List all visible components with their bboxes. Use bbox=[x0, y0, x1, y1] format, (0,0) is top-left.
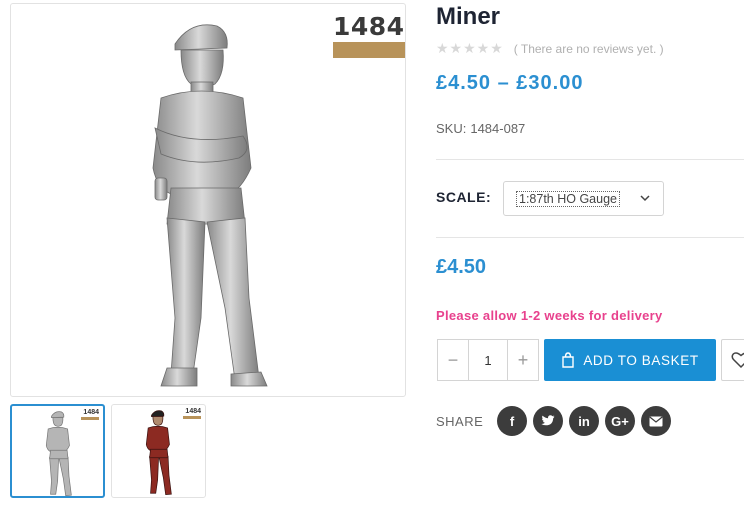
scale-selected-value: 1:87th HO Gauge bbox=[516, 191, 620, 207]
thumbnail-grey[interactable]: 1484 bbox=[10, 404, 105, 498]
thumb-figure-red bbox=[145, 410, 172, 496]
product-title: Miner bbox=[436, 3, 501, 30]
twitter-bird-icon bbox=[541, 415, 555, 426]
facebook-icon[interactable]: f bbox=[497, 406, 527, 436]
envelope-icon bbox=[649, 416, 663, 426]
quantity-increase-button[interactable]: + bbox=[508, 340, 538, 380]
scale-select[interactable]: 1:87th HO Gauge bbox=[503, 181, 664, 216]
add-to-basket-button[interactable]: ADD TO BASKET bbox=[544, 339, 716, 381]
chevron-down-icon bbox=[640, 195, 650, 202]
heart-icon bbox=[731, 352, 744, 369]
twitter-icon[interactable] bbox=[533, 406, 563, 436]
sku: SKU: 1484-087 bbox=[436, 121, 525, 136]
linkedin-icon[interactable]: in bbox=[569, 406, 599, 436]
scale-label: SCALE: bbox=[436, 189, 492, 205]
quantity-input[interactable]: 1 bbox=[468, 340, 508, 380]
shopping-bag-icon bbox=[562, 352, 575, 368]
brand-badge: 1484 bbox=[333, 14, 405, 58]
thumbnail-red[interactable]: 1484 bbox=[111, 404, 206, 498]
divider bbox=[436, 159, 744, 160]
social-share-list: f in G+ bbox=[497, 406, 677, 436]
add-to-basket-label: ADD TO BASKET bbox=[583, 352, 699, 368]
main-product-image[interactable]: 1484 bbox=[10, 3, 406, 397]
thumb-brand-badge: 1484 bbox=[81, 409, 99, 420]
delivery-note: Please allow 1-2 weeks for delivery bbox=[436, 308, 663, 323]
thumb-brand-bar bbox=[81, 417, 99, 420]
rating: ★★★★★ ( There are no reviews yet. ) bbox=[436, 40, 664, 57]
divider bbox=[436, 237, 744, 238]
google-plus-glyph: G+ bbox=[611, 413, 629, 429]
miner-figure-image bbox=[152, 24, 268, 387]
wishlist-button[interactable] bbox=[721, 339, 744, 381]
thumb-brand-number: 1484 bbox=[185, 408, 201, 415]
quantity-stepper: − 1 + bbox=[437, 339, 539, 381]
linkedin-glyph: in bbox=[578, 413, 590, 429]
sku-value: 1484-087 bbox=[470, 121, 526, 136]
brand-bar bbox=[333, 42, 405, 58]
price-range: £4.50 – £30.00 bbox=[436, 72, 584, 94]
variation-price: £4.50 bbox=[436, 256, 487, 278]
facebook-glyph: f bbox=[509, 413, 515, 429]
quantity-decrease-button[interactable]: − bbox=[438, 340, 468, 380]
reviews-link[interactable]: ( There are no reviews yet. ) bbox=[514, 42, 664, 56]
brand-number: 1484 bbox=[333, 12, 405, 41]
thumb-brand-bar bbox=[183, 416, 201, 419]
thumb-brand-number: 1484 bbox=[83, 409, 99, 416]
thumb-brand-badge: 1484 bbox=[183, 408, 201, 419]
share-label: SHARE bbox=[436, 414, 484, 429]
google-plus-icon[interactable]: G+ bbox=[605, 406, 635, 436]
star-rating-icon: ★★★★★ bbox=[436, 40, 504, 56]
thumb-figure-grey bbox=[45, 411, 72, 496]
sku-label: SKU: bbox=[436, 121, 467, 136]
email-icon[interactable] bbox=[641, 406, 671, 436]
